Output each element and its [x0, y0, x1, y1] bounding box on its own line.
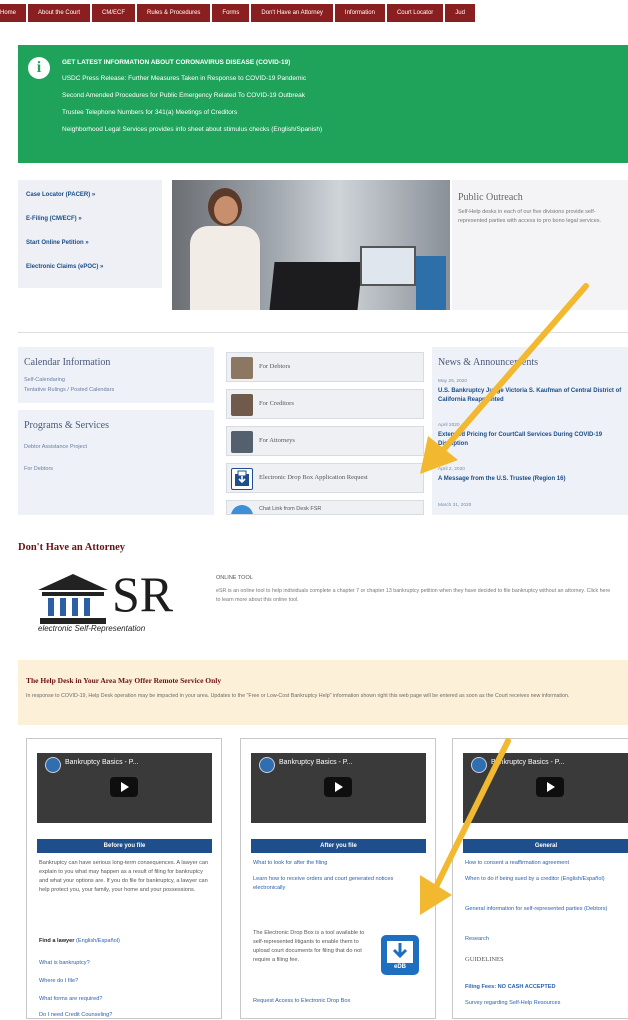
- info-icon: i: [28, 57, 50, 79]
- card-link[interactable]: Research: [465, 935, 625, 944]
- card-before-you-file: Bankruptcy Basics - P... Before you file…: [26, 738, 222, 1019]
- quick-link-efiling[interactable]: E-Filing (CM/ECF) »: [26, 216, 82, 222]
- card-link[interactable]: Filing Fees: NO CASH ACCEPTED: [465, 983, 625, 992]
- electronic-drop-box-button[interactable]: Electronic Drop Box Application Request: [226, 463, 424, 493]
- guidelines-heading: GUIDELINES: [465, 956, 504, 963]
- quick-link-pacer[interactable]: Case Locator (PACER) »: [26, 192, 95, 198]
- hero-photo: [172, 180, 450, 310]
- esr-caption: electronic Self-Representation: [38, 624, 146, 633]
- online-tool-label: ONLINE TOOL: [216, 575, 253, 581]
- card-link[interactable]: What to look for after the filing: [253, 859, 425, 868]
- section-title: Don't Have an Attorney: [18, 542, 126, 553]
- card-link[interactable]: What forms are required?: [39, 995, 211, 1004]
- programs-title: Programs & Services: [24, 420, 109, 431]
- card-text: Bankruptcy can have serious long-term co…: [39, 860, 209, 893]
- online-tool-text: eSR is an online tool to help individual…: [216, 588, 611, 603]
- quick-link-epoc[interactable]: Electronic Claims (ePOC) »: [26, 264, 103, 270]
- programs-link[interactable]: Debtor Assistance Project: [24, 444, 87, 450]
- outreach-text: Self-Help desks in each of our five divi…: [458, 209, 602, 224]
- card-link[interactable]: What is bankruptcy?: [39, 959, 211, 968]
- chat-link-button[interactable]: Chat Link from Desk FSR: [226, 500, 424, 515]
- chat-icon: [231, 505, 253, 514]
- play-icon[interactable]: [324, 777, 352, 797]
- quick-link-online-petition[interactable]: Start Online Petition »: [26, 240, 89, 246]
- for-attorneys-button[interactable]: For Attorneys: [226, 426, 424, 456]
- video-player[interactable]: Bankruptcy Basics - P...: [37, 753, 212, 823]
- nav-item[interactable]: Information: [334, 4, 385, 22]
- creditors-thumbnail: [231, 394, 253, 416]
- top-navigation: Home About the Court CM/ECF Rules & Procedu…: [0, 0, 628, 26]
- covid-alert-banner: i GET LATEST INFORMATION ABOUT CORONAVIR…: [18, 45, 628, 163]
- programs-panel: Programs & Services Debtor Assistance Pr…: [18, 410, 214, 515]
- nav-item[interactable]: CM/ECF: [92, 4, 136, 22]
- help-desk-title: The Help Desk in Your Area May Offer Rem…: [26, 676, 222, 685]
- quick-links-panel: Case Locator (PACER) » E-Filing (CM/ECF)…: [18, 180, 162, 288]
- alert-link[interactable]: USDC Press Release: Further Measures Tak…: [62, 75, 306, 82]
- for-debtors-button[interactable]: For Debtors: [226, 352, 424, 382]
- card-header: After you file: [251, 839, 426, 853]
- debtors-thumbnail: [231, 357, 253, 379]
- alert-link[interactable]: Trustee Telephone Numbers for 341(a) Mee…: [62, 109, 237, 116]
- nav-item[interactable]: Jud: [445, 4, 475, 22]
- calendar-title: Calendar Information: [24, 357, 111, 368]
- alert-title[interactable]: GET LATEST INFORMATION ABOUT CORONAVIRUS…: [62, 59, 290, 66]
- calendar-panel: Calendar Information Self-Calendaring Te…: [18, 347, 214, 403]
- channel-logo: [259, 757, 275, 773]
- alert-link[interactable]: Neighborhood Legal Services provides inf…: [62, 126, 322, 133]
- card-header: Before you file: [37, 839, 212, 853]
- nav-item[interactable]: About the Court: [28, 4, 91, 22]
- drop-box-icon: [231, 468, 253, 490]
- nav-item[interactable]: Rules & Procedures: [137, 4, 211, 22]
- video-title: Bankruptcy Basics - P...: [65, 759, 139, 766]
- drop-box-text: The Electronic Drop Box is a tool availa…: [253, 930, 365, 963]
- outreach-title[interactable]: Public Outreach: [458, 192, 523, 203]
- annotation-arrow: [420, 283, 589, 474]
- button-label: Electronic Drop Box Application Request: [259, 474, 368, 481]
- news-date: March 31, 2020: [438, 503, 472, 508]
- drop-box-request-link[interactable]: Request Access to Electronic Drop Box: [253, 997, 425, 1006]
- button-label: For Debtors: [259, 363, 291, 370]
- find-lawyer-language[interactable]: (English/Español): [76, 938, 120, 944]
- nav-item[interactable]: Court Locator: [386, 4, 444, 22]
- programs-link[interactable]: For Debtors: [24, 466, 53, 472]
- for-creditors-button[interactable]: For Creditors: [226, 389, 424, 419]
- courthouse-icon: [38, 574, 108, 624]
- button-label: For Attorneys: [259, 437, 295, 444]
- card-after-you-file: Bankruptcy Basics - P... After you file …: [240, 738, 436, 1019]
- edb-icon[interactable]: eDB: [379, 933, 421, 977]
- channel-logo: [45, 757, 61, 773]
- nav-item[interactable]: Don't Have an Attorney: [251, 4, 333, 22]
- card-link[interactable]: Where do I file?: [39, 977, 211, 986]
- nav-bar: Home About the Court CM/ECF Rules & Procedu…: [0, 4, 475, 22]
- esr-letters: SR: [112, 566, 174, 622]
- video-player[interactable]: Bankruptcy Basics - P...: [251, 753, 426, 823]
- help-desk-notice: The Help Desk in Your Area May Offer Rem…: [18, 660, 628, 725]
- play-icon[interactable]: [110, 777, 138, 797]
- edb-label: eDB: [393, 964, 406, 970]
- nav-item[interactable]: Forms: [212, 4, 250, 22]
- card-link[interactable]: Survey regarding Self-Help Resources: [465, 999, 625, 1008]
- video-title: Bankruptcy Basics - P...: [279, 759, 353, 766]
- play-icon[interactable]: [536, 777, 564, 797]
- card-link[interactable]: Learn how to receive orders and court ge…: [253, 875, 425, 893]
- calendar-link[interactable]: Tentative Rulings / Posted Calendars: [24, 387, 114, 393]
- alert-link[interactable]: Second Amended Procedures for Public Eme…: [62, 92, 305, 99]
- find-lawyer-link[interactable]: Find a lawyer (English/Español): [39, 937, 211, 946]
- help-desk-text: In response to COVID-19, Help Desk opera…: [26, 693, 570, 699]
- attorneys-thumbnail: [231, 431, 253, 453]
- nav-item[interactable]: Home: [0, 4, 27, 22]
- button-label: Chat Link from Desk FSR: [259, 506, 322, 512]
- button-label: For Creditors: [259, 400, 294, 407]
- laptop-graphic: [269, 262, 363, 310]
- find-lawyer-label[interactable]: Find a lawyer: [39, 938, 74, 944]
- calendar-link[interactable]: Self-Calendaring: [24, 377, 65, 383]
- monitor-graphic: [360, 246, 416, 286]
- esr-logo[interactable]: SR electronic Self-Representation: [36, 566, 208, 640]
- annotation-arrow: [420, 738, 511, 915]
- person-figure: [190, 188, 260, 310]
